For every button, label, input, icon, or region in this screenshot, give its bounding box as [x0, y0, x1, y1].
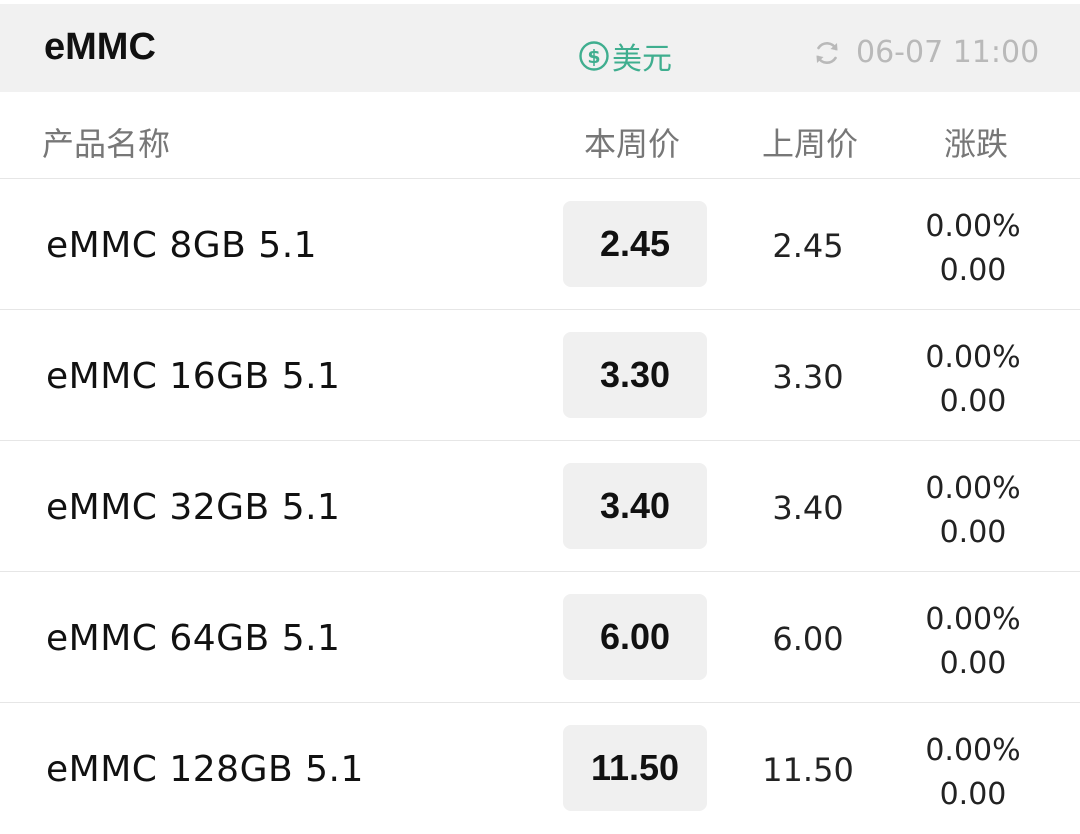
- last-week-price: 3.30: [772, 358, 844, 396]
- this-week-price: 11.50: [563, 725, 707, 811]
- product-name: eMMC 8GB 5.1: [46, 225, 318, 266]
- table-row[interactable]: eMMC 128GB 5.1 11.50 11.50 0.00% 0.00: [0, 703, 1080, 834]
- change-percent: 0.00%: [925, 733, 1021, 768]
- change-percent: 0.00%: [925, 471, 1021, 506]
- this-week-price: 2.45: [563, 201, 707, 287]
- currency-label: 美元: [612, 42, 672, 77]
- currency-toggle[interactable]: $ 美元: [578, 34, 672, 78]
- svg-text:$: $: [587, 46, 600, 68]
- product-name: eMMC 32GB 5.1: [46, 487, 341, 528]
- table-row[interactable]: eMMC 32GB 5.1 3.40 3.40 0.00% 0.00: [0, 441, 1080, 572]
- last-week-price: 11.50: [762, 751, 854, 789]
- price-change: 0.00% 0.00: [904, 598, 1042, 686]
- change-percent: 0.00%: [925, 209, 1021, 244]
- dollar-circle-icon: $: [579, 41, 609, 71]
- column-header-change[interactable]: 涨跌: [944, 119, 1008, 165]
- price-change: 0.00% 0.00: [904, 336, 1042, 424]
- column-header-name[interactable]: 产品名称: [42, 119, 170, 165]
- price-change: 0.00% 0.00: [904, 729, 1042, 817]
- change-amount: 0.00: [939, 777, 1007, 812]
- product-name: eMMC 16GB 5.1: [46, 356, 341, 397]
- change-amount: 0.00: [939, 384, 1007, 419]
- table-row[interactable]: eMMC 64GB 5.1 6.00 6.00 0.00% 0.00: [0, 572, 1080, 703]
- price-change: 0.00% 0.00: [904, 205, 1042, 293]
- change-percent: 0.00%: [925, 602, 1021, 637]
- column-header-this-week[interactable]: 本周价: [584, 119, 680, 165]
- change-percent: 0.00%: [925, 340, 1021, 375]
- table-row[interactable]: eMMC 8GB 5.1 2.45 2.45 0.00% 0.00: [0, 179, 1080, 310]
- table-header: 产品名称 本周价 上周价 涨跌: [0, 92, 1080, 179]
- top-bar: eMMC $ 美元 06-07 11:00: [0, 0, 1080, 92]
- this-week-price: 3.40: [563, 463, 707, 549]
- change-amount: 0.00: [939, 253, 1007, 288]
- refresh-button[interactable]: 06-07 11:00: [812, 35, 1039, 70]
- product-name: eMMC 128GB 5.1: [46, 749, 364, 790]
- last-week-price: 2.45: [772, 227, 844, 265]
- refresh-icon: [816, 41, 838, 64]
- product-name: eMMC 64GB 5.1: [46, 618, 341, 659]
- change-amount: 0.00: [939, 515, 1007, 550]
- price-change: 0.00% 0.00: [904, 467, 1042, 555]
- column-header-last-week[interactable]: 上周价: [762, 119, 858, 165]
- price-table: eMMC 8GB 5.1 2.45 2.45 0.00% 0.00 eMMC 1…: [0, 179, 1080, 834]
- table-row[interactable]: eMMC 16GB 5.1 3.30 3.30 0.00% 0.00: [0, 310, 1080, 441]
- this-week-price: 6.00: [563, 594, 707, 680]
- page-title: eMMC: [44, 26, 156, 68]
- this-week-price: 3.30: [563, 332, 707, 418]
- last-week-price: 6.00: [772, 620, 844, 658]
- change-amount: 0.00: [939, 646, 1007, 681]
- updated-time: 06-07 11:00: [856, 35, 1040, 70]
- last-week-price: 3.40: [772, 489, 844, 527]
